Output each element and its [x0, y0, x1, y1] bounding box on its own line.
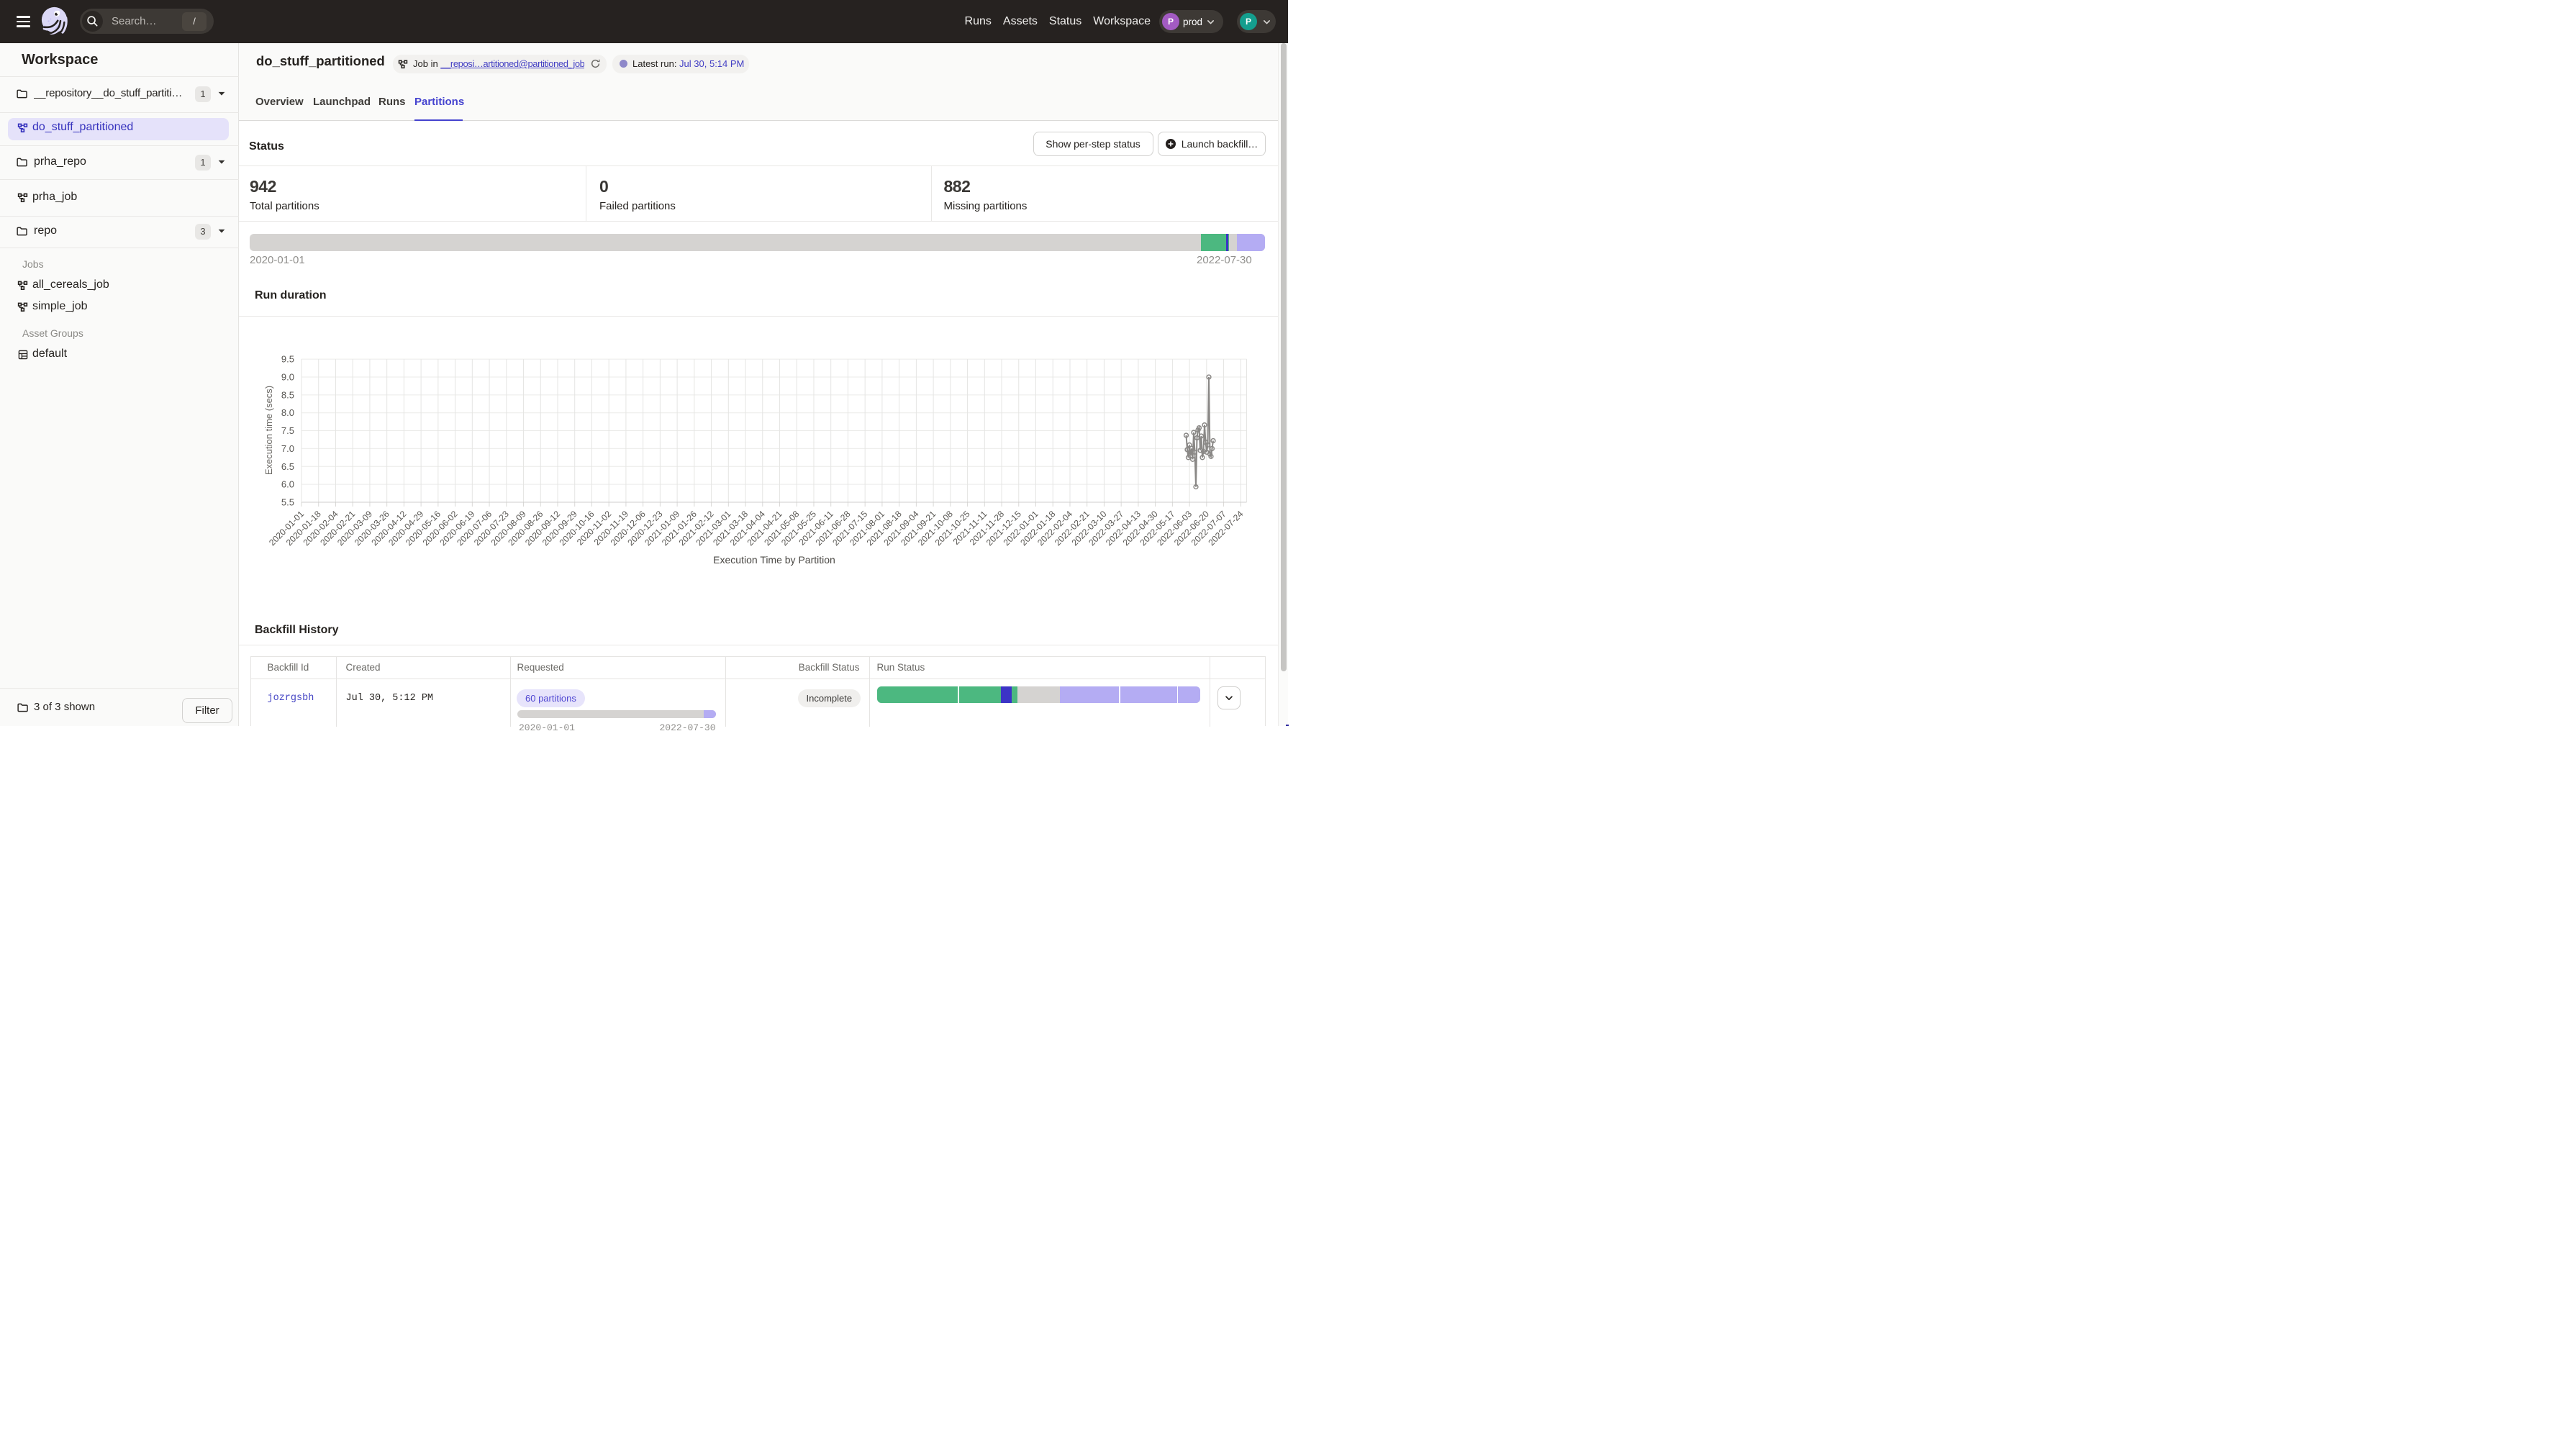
svg-text:5.5: 5.5	[281, 496, 294, 507]
svg-text:8.5: 8.5	[281, 389, 294, 400]
svg-text:Execution Time by Partition: Execution Time by Partition	[713, 554, 835, 566]
svg-text:6.0: 6.0	[281, 479, 294, 490]
svg-text:9.5: 9.5	[281, 354, 294, 365]
svg-text:7.0: 7.0	[281, 443, 294, 454]
svg-text:6.5: 6.5	[281, 461, 294, 472]
svg-text:8.0: 8.0	[281, 407, 294, 418]
svg-text:7.5: 7.5	[281, 425, 294, 436]
svg-text:9.0: 9.0	[281, 372, 294, 383]
svg-text:Execution time (secs): Execution time (secs)	[263, 386, 274, 475]
